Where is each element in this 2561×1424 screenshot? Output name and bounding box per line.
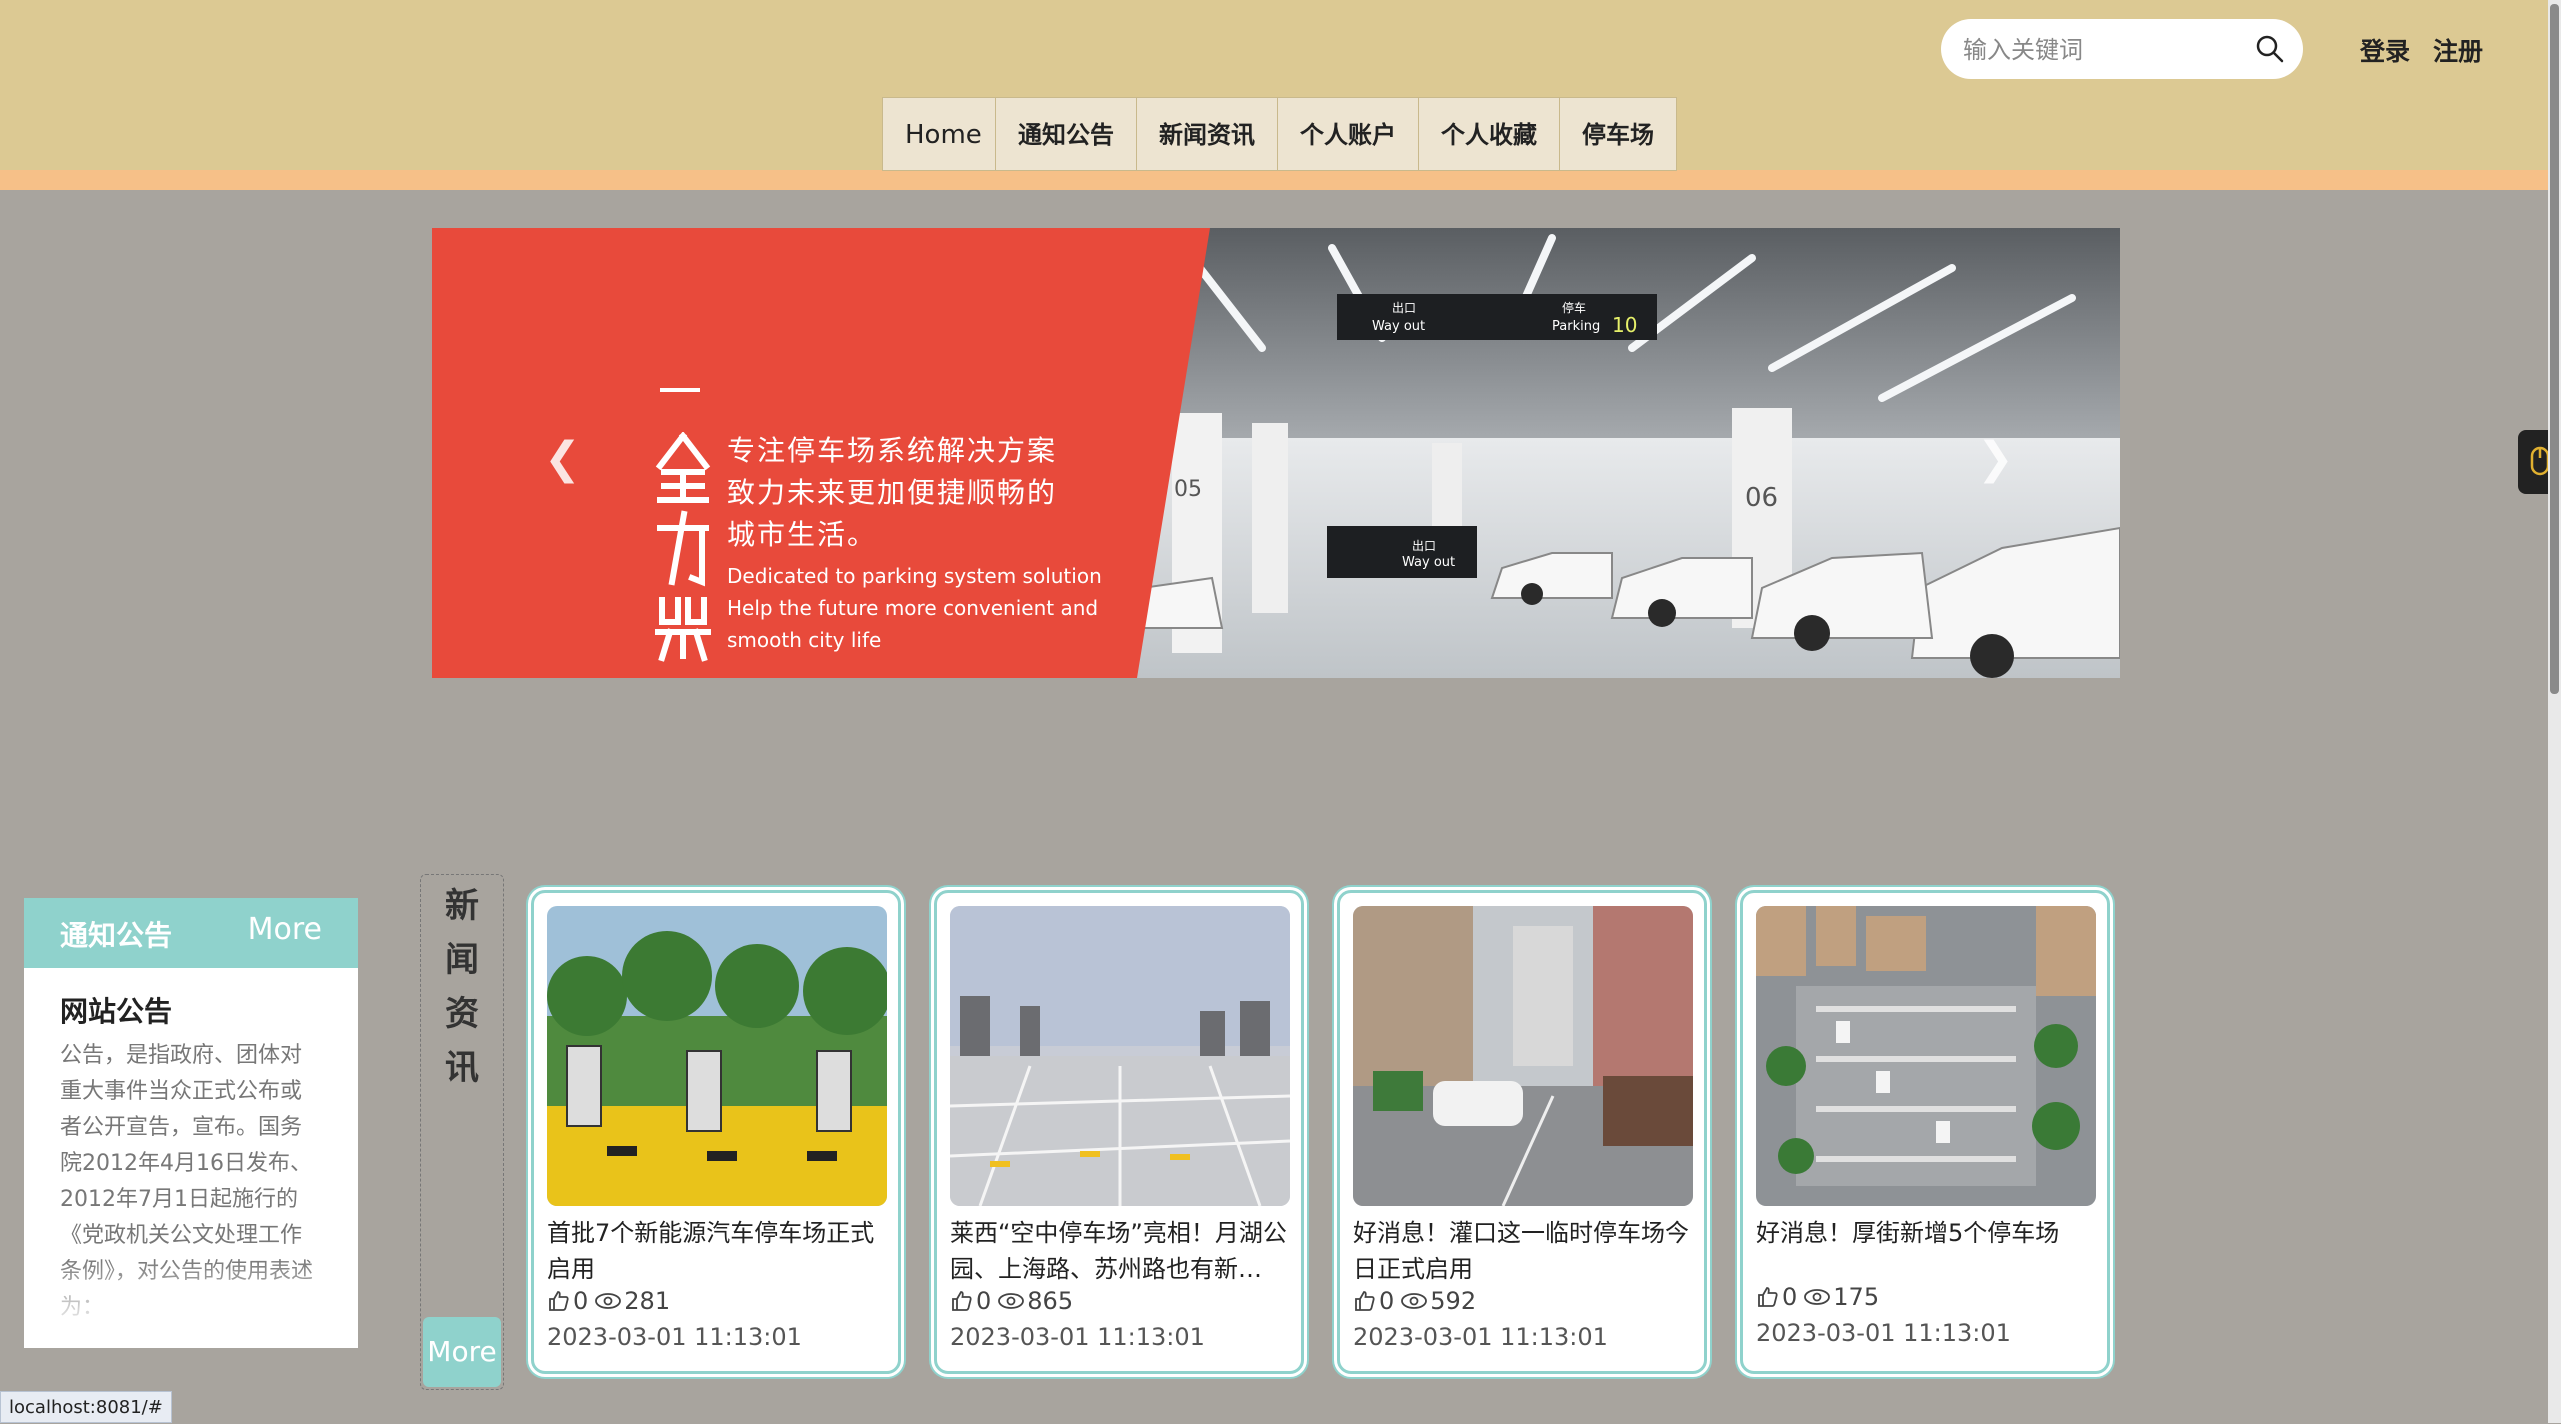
pillar-label-05: 05 — [1174, 477, 1202, 502]
news-card-likes: 0 — [1379, 1287, 1395, 1315]
nav-news[interactable]: 新闻资讯 — [1136, 97, 1278, 171]
news-card-likes: 0 — [976, 1287, 992, 1315]
banner-dash — [660, 388, 700, 392]
news-side-char: 新 — [445, 886, 479, 926]
news-card-date: 2023-03-01 11:13:01 — [1353, 1323, 1608, 1351]
news-card-likes: 0 — [573, 1287, 589, 1315]
news-side-char: 讯 — [445, 1048, 479, 1088]
thumbs-up-icon[interactable] — [547, 1289, 571, 1313]
sign-parking-cn: 停车 — [1562, 300, 1586, 315]
news-more-button[interactable]: More — [423, 1317, 501, 1387]
thumbs-up-icon[interactable] — [1756, 1285, 1780, 1309]
news-card[interactable]: 首批7个新能源汽车停车场正式启用 0 281 2023-03-01 11:13:… — [531, 890, 901, 1374]
nav-home[interactable]: Home — [882, 97, 996, 171]
banner-en-line-2: Help the future more convenient and — [727, 596, 1099, 620]
sign-exit2-cn: 出口 — [1412, 539, 1436, 553]
carousel-next-arrow-icon[interactable]: ❯ — [1977, 433, 2014, 484]
news-card-views: 592 — [1430, 1287, 1477, 1315]
thumbs-up-icon[interactable] — [950, 1289, 974, 1313]
banner-cn-text: 专注停车场系统解决方案 致力未来更加便捷顺畅的 城市生活。 — [727, 430, 1147, 556]
eye-icon — [998, 1293, 1025, 1309]
news-card-likes: 0 — [1782, 1283, 1798, 1311]
news-side-char: 闻 — [445, 940, 479, 980]
news-card-title[interactable]: 首批7个新能源汽车停车场正式启用 — [547, 1215, 887, 1287]
news-card-stats: 0 175 — [1756, 1283, 1885, 1311]
banner-en-line-1: Dedicated to parking system solution — [727, 564, 1102, 588]
search-input[interactable] — [1961, 29, 2245, 71]
news-side-label: 新 闻 资 讯 More — [420, 874, 504, 1390]
sign-parking-en: Parking — [1552, 319, 1600, 334]
notice-body: 公告，是指政府、团体对重大事件当众正式公布或者公开宣告，宣布。国务院2012年4… — [60, 1043, 314, 1320]
nav-account[interactable]: 个人账户 — [1277, 97, 1419, 171]
scrollbar-thumb[interactable] — [2550, 4, 2559, 694]
page-scrollbar[interactable] — [2548, 0, 2561, 1423]
thumbs-up-icon[interactable] — [1353, 1289, 1377, 1313]
news-card[interactable]: 好消息！厚街新增5个停车场 0 175 2023-03-01 11:13:01 — [1740, 890, 2110, 1374]
header-accent-strip — [0, 170, 2548, 190]
search-box — [1941, 19, 2303, 79]
login-link[interactable]: 登录 — [2360, 32, 2410, 68]
news-card[interactable]: 好消息！灌口这一临时停车场今日正式启用 0 592 2023-03-01 11:… — [1337, 890, 1707, 1374]
sign-exit-en: Way out — [1372, 319, 1425, 334]
nav-favorites[interactable]: 个人收藏 — [1418, 97, 1560, 171]
sign-parking-count: 10 — [1612, 313, 1637, 337]
sign-exit2-en: Way out — [1402, 555, 1455, 570]
notice-title[interactable]: 网站公告 — [60, 990, 172, 1030]
news-card-stats: 0 592 — [1353, 1287, 1482, 1315]
notice-header: 通知公告 More — [24, 898, 358, 968]
notice-header-title: 通知公告 — [60, 919, 173, 952]
news-card-title[interactable]: 莱西“空中停车场”亮相！月湖公园、上海路、苏州路也有新… — [950, 1215, 1290, 1287]
notice-panel: 通知公告 More 网站公告 公告，是指政府、团体对重大事件当众正式公布或者公开… — [24, 898, 358, 1348]
status-url-bar: localhost:8081/# — [0, 1391, 172, 1423]
news-card-image[interactable] — [950, 906, 1290, 1206]
banner-cn-line-2: 致力未来更加便捷顺畅的 — [727, 476, 1058, 509]
banner-cn-line-3: 城市生活。 — [727, 518, 878, 551]
register-link[interactable]: 注册 — [2433, 32, 2483, 68]
banner-en-text: Dedicated to parking system solution Hel… — [727, 560, 1147, 656]
news-side-char: 资 — [445, 994, 479, 1034]
nav-notices[interactable]: 通知公告 — [995, 97, 1137, 171]
news-card-image[interactable] — [1756, 906, 2096, 1206]
news-card-image[interactable] — [547, 906, 887, 1206]
news-card-views: 281 — [624, 1287, 671, 1315]
news-card-title[interactable]: 好消息！厚街新增5个停车场 — [1756, 1215, 2096, 1251]
banner-en-line-3: smooth city life — [727, 628, 882, 652]
main-nav: Home 通知公告 新闻资讯 个人账户 个人收藏 停车场 — [882, 97, 1677, 171]
news-card-date: 2023-03-01 11:13:01 — [547, 1323, 802, 1351]
search-icon[interactable] — [2255, 34, 2285, 64]
news-card-views: 865 — [1027, 1287, 1074, 1315]
news-side-title: 新 闻 资 讯 — [421, 879, 503, 1095]
news-card-views: 175 — [1833, 1283, 1880, 1311]
news-card-date: 2023-03-01 11:13:01 — [950, 1323, 1205, 1351]
eye-icon — [1401, 1293, 1428, 1309]
eye-icon — [595, 1293, 622, 1309]
news-card-stats: 0 281 — [547, 1287, 676, 1315]
news-card-date: 2023-03-01 11:13:01 — [1756, 1319, 2011, 1347]
news-card-image[interactable] — [1353, 906, 1693, 1206]
pillar-label-06: 06 — [1745, 483, 1778, 513]
notice-more-link[interactable]: More — [248, 912, 322, 947]
news-card-title[interactable]: 好消息！灌口这一临时停车场今日正式启用 — [1353, 1215, 1693, 1287]
nav-parking[interactable]: 停车场 — [1559, 97, 1677, 171]
sign-exit-cn: 出口 — [1392, 301, 1416, 315]
news-card[interactable]: 莱西“空中停车场”亮相！月湖公园、上海路、苏州路也有新… 0 865 2023-… — [934, 890, 1304, 1374]
banner-brand-logo — [655, 432, 711, 662]
eye-icon — [1804, 1289, 1831, 1305]
news-card-stats: 0 865 — [950, 1287, 1079, 1315]
carousel-prev-arrow-icon[interactable]: ❮ — [544, 433, 581, 484]
banner-cn-line-1: 专注停车场系统解决方案 — [727, 434, 1058, 467]
banner-carousel[interactable]: 出口 Way out 停车 Parking 10 06 05 出口 Way ou… — [432, 228, 2120, 678]
